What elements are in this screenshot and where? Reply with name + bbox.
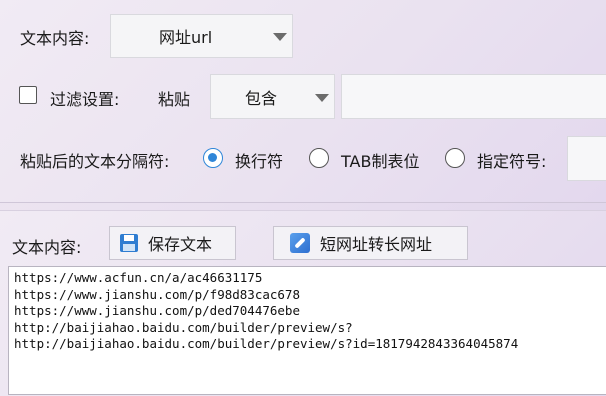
save-text-button-label: 保存文本 [148, 235, 213, 254]
filter-mode-select[interactable]: 包含 [210, 74, 335, 119]
filter-text-input[interactable] [341, 74, 606, 119]
chevron-down-icon [315, 93, 329, 102]
short-to-long-url-button[interactable]: 短网址转长网址 [273, 226, 468, 260]
paste-label: 粘贴 [158, 90, 191, 109]
text-line: https://www.jianshu.com/p/ded704476ebe [14, 303, 300, 318]
save-text-button[interactable]: 保存文本 [109, 226, 236, 260]
text-line: http://baijiahao.baidu.com/builder/previ… [14, 319, 353, 335]
radio-custom-symbol[interactable] [445, 148, 465, 168]
custom-symbol-input[interactable] [567, 136, 606, 181]
radio-newline-label: 换行符 [235, 152, 284, 171]
filter-mode-value: 包含 [245, 88, 278, 108]
content-type-select[interactable]: 网址url [110, 14, 293, 58]
radio-tab[interactable] [309, 148, 329, 168]
text-line: http://baijiahao.baidu.com/builder/previ… [14, 336, 519, 351]
separator-label: 粘贴后的文本分隔符: [20, 152, 170, 171]
text-line: https://www.acfun.cn/a/ac46631175 [14, 270, 263, 285]
content-type-label: 文本内容: [20, 29, 90, 48]
short-to-long-url-button-label: 短网址转长网址 [320, 235, 433, 254]
text-line: https://www.jianshu.com/p/f98d83cac678 [14, 286, 300, 302]
radio-tab-label: TAB制表位 [341, 152, 420, 171]
content-label: 文本内容: [12, 238, 82, 257]
chevron-down-icon [273, 33, 287, 41]
url-text-area[interactable]: https://www.acfun.cn/a/ac46631175 https:… [8, 266, 606, 395]
content-type-value: 网址url [159, 28, 213, 47]
filter-checkbox[interactable] [19, 86, 37, 104]
link-icon [290, 233, 310, 253]
radio-custom-symbol-label: 指定符号: [477, 152, 547, 171]
save-icon [120, 234, 138, 252]
radio-newline[interactable] [203, 148, 223, 168]
filter-settings-label: 过滤设置: [50, 90, 120, 109]
